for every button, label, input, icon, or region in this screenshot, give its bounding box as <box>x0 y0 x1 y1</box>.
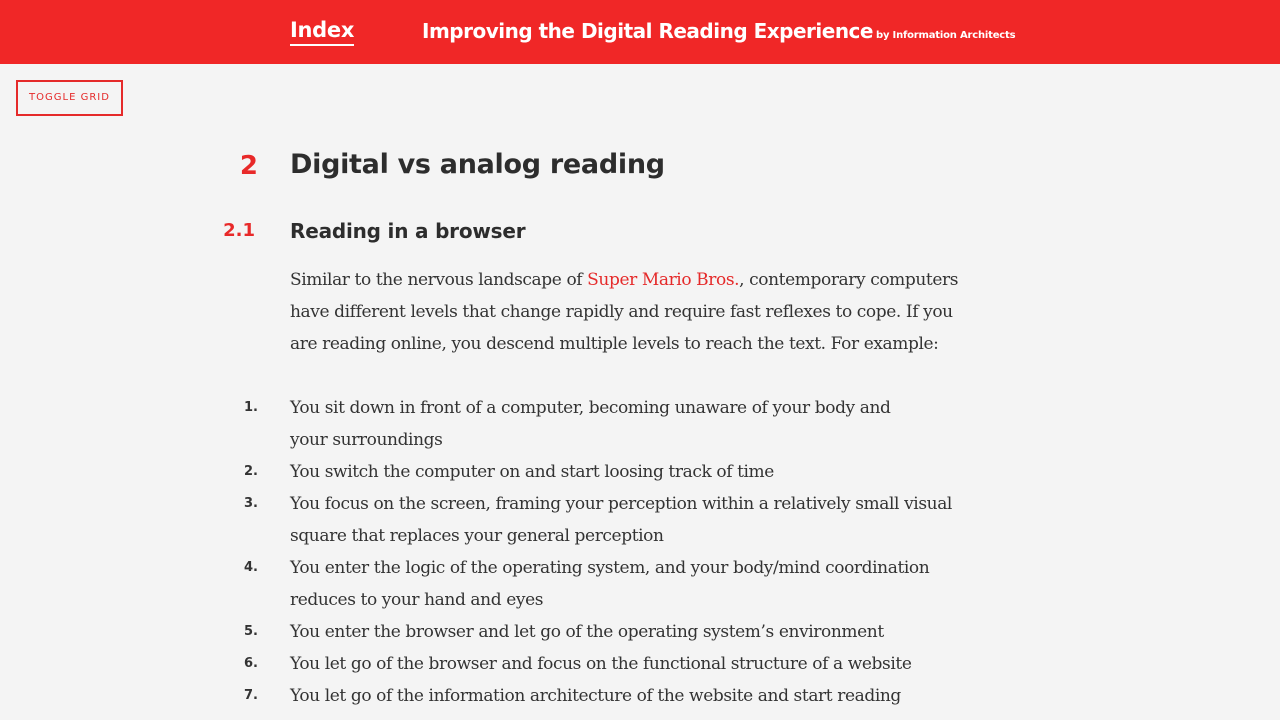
list-number: 1. <box>244 400 258 415</box>
paragraph-text: Similar to the nervous landscape of <box>290 270 588 290</box>
steps-list: 1. You sit down in front of a computer, … <box>230 392 990 712</box>
list-line: square that replaces your general percep… <box>290 526 664 546</box>
list-item: 1. You sit down in front of a computer, … <box>230 392 990 456</box>
site-title[interactable]: Improving the Digital Reading Experience… <box>422 18 1016 49</box>
site-title-text: Improving the Digital Reading Experience <box>422 19 873 43</box>
list-item: 5. You enter the browser and let go of t… <box>230 616 990 648</box>
list-line: your surroundings <box>290 430 443 450</box>
paragraph-text: , contemporary computers <box>739 270 959 290</box>
section-title: Digital vs analog reading <box>290 149 665 180</box>
top-bar: Index Improving the Digital Reading Expe… <box>0 0 1280 64</box>
list-line: You switch the computer on and start loo… <box>290 462 774 482</box>
site-byline: by Information Architects <box>875 30 1016 41</box>
list-line: You enter the browser and let go of the … <box>290 622 884 642</box>
list-number: 4. <box>244 560 258 575</box>
toggle-grid-button[interactable]: TOGGLE GRID <box>16 80 123 116</box>
index-link[interactable]: Index <box>290 18 354 46</box>
super-mario-link[interactable]: Super Mario Bros. <box>587 270 739 290</box>
list-item: 6. You let go of the browser and focus o… <box>230 648 990 680</box>
list-line: You focus on the screen, framing your pe… <box>290 494 952 514</box>
list-number: 6. <box>244 656 258 671</box>
subsection-number: 2.1 <box>223 220 255 241</box>
list-line: You let go of the browser and focus on t… <box>290 654 912 674</box>
paragraph-line: Similar to the nervous landscape of Supe… <box>290 264 990 296</box>
list-number: 3. <box>244 496 258 511</box>
subsection-title: Reading in a browser <box>290 219 526 243</box>
section-number: 2 <box>239 151 258 181</box>
list-item: 4. You enter the logic of the operating … <box>230 552 990 616</box>
list-number: 2. <box>244 464 258 479</box>
list-item: 3. You focus on the screen, framing your… <box>230 488 990 552</box>
list-line: reduces to your hand and eyes <box>290 590 544 610</box>
list-number: 5. <box>244 624 258 639</box>
list-item: 2. You switch the computer on and start … <box>230 456 990 488</box>
intro-paragraph: Similar to the nervous landscape of Supe… <box>290 264 990 360</box>
paragraph-line: are reading online, you descend multiple… <box>290 334 939 354</box>
list-line: You sit down in front of a computer, bec… <box>290 398 891 418</box>
list-line: You enter the logic of the operating sys… <box>290 558 930 578</box>
paragraph-line: have different levels that change rapidl… <box>290 302 953 322</box>
list-number: 7. <box>244 688 258 703</box>
list-item: 7. You let go of the information archite… <box>230 680 990 712</box>
list-line: You let go of the information architectu… <box>290 686 901 706</box>
